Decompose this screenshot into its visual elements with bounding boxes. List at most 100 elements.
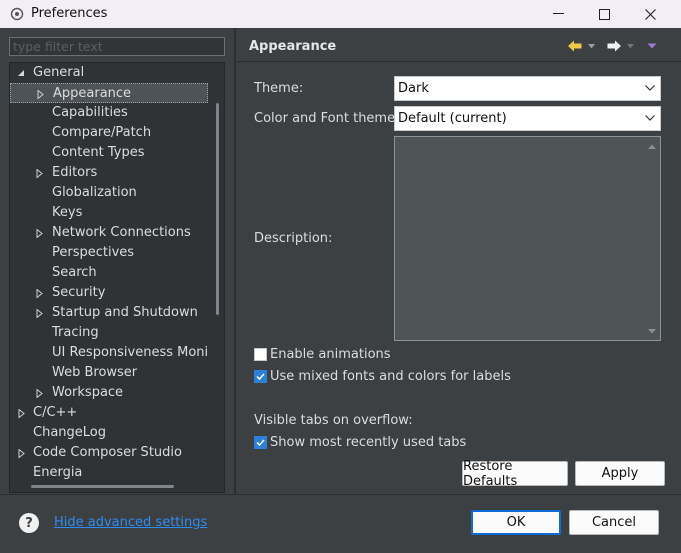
tree-item[interactable]: C/C++ bbox=[10, 403, 208, 423]
expand-right-icon[interactable] bbox=[16, 443, 26, 463]
minimize-icon bbox=[552, 13, 564, 14]
tree-item-label: Perspectives bbox=[52, 245, 135, 260]
expand-right-icon[interactable] bbox=[35, 84, 45, 102]
footer-divider bbox=[0, 494, 681, 495]
tree-item-label: Web Browser bbox=[52, 365, 138, 380]
tree-item[interactable]: Compare/Patch bbox=[10, 123, 208, 143]
view-menu-icon bbox=[647, 43, 657, 49]
tree-item-label: Tracing bbox=[52, 325, 99, 340]
tree-item[interactable]: Startup and Shutdown bbox=[10, 303, 208, 323]
app-icon bbox=[10, 7, 24, 21]
apply-button[interactable]: Apply bbox=[575, 461, 665, 486]
advanced-settings-link[interactable]: Hide advanced settings bbox=[54, 515, 207, 530]
theme-dropdown[interactable]: Dark bbox=[394, 76, 661, 101]
checkbox-box bbox=[254, 369, 267, 383]
expand-right-icon[interactable] bbox=[34, 223, 44, 243]
tree-vertical-scrollbar[interactable] bbox=[216, 103, 219, 315]
restore-defaults-button[interactable]: Restore Defaults bbox=[462, 459, 568, 489]
tree-item[interactable]: Editors bbox=[10, 163, 208, 183]
view-menu-button[interactable] bbox=[647, 38, 657, 54]
tree-item-label: Startup and Shutdown bbox=[52, 305, 198, 320]
tree-item[interactable]: Capabilities bbox=[10, 103, 208, 123]
expand-down-icon[interactable] bbox=[16, 63, 26, 83]
tree-item-label: Keys bbox=[52, 205, 83, 220]
tree-item[interactable]: Web Browser bbox=[10, 363, 208, 383]
theme-value: Dark bbox=[398, 81, 429, 96]
tree-item-label: General bbox=[33, 65, 85, 80]
splitter[interactable] bbox=[234, 28, 236, 494]
theme-label: Theme: bbox=[254, 81, 304, 96]
maximize-button[interactable] bbox=[581, 0, 627, 28]
expand-right-icon[interactable] bbox=[34, 283, 44, 303]
expand-right-icon[interactable] bbox=[34, 303, 44, 323]
enable-animations-checkbox[interactable]: Enable animations bbox=[254, 345, 391, 363]
title-bar: Preferences bbox=[0, 0, 681, 28]
tree-item[interactable]: Perspectives bbox=[10, 243, 208, 263]
tree-item[interactable]: General bbox=[10, 63, 208, 83]
color-font-theme-label: Color and Font theme: bbox=[254, 111, 400, 126]
back-button[interactable] bbox=[568, 38, 596, 54]
forward-dropdown-icon[interactable] bbox=[626, 43, 635, 49]
tree-item[interactable]: Search bbox=[10, 263, 208, 283]
tree-horizontal-scrollbar[interactable] bbox=[31, 485, 174, 488]
expand-right-icon[interactable] bbox=[34, 383, 44, 403]
help-button[interactable]: ? bbox=[19, 513, 39, 533]
tree-item-label: Capabilities bbox=[52, 105, 128, 120]
tree-item[interactable]: Code Composer Studio bbox=[10, 443, 208, 463]
scroll-up-icon bbox=[648, 144, 656, 149]
description-scrollbar[interactable] bbox=[645, 138, 659, 339]
tree-item-label: Energia bbox=[33, 465, 83, 480]
checkmark-icon bbox=[256, 372, 265, 380]
tree-item[interactable]: Appearance bbox=[10, 83, 208, 103]
window-title: Preferences bbox=[31, 6, 108, 21]
checkmark-icon bbox=[256, 438, 265, 446]
ok-button[interactable]: OK bbox=[471, 510, 561, 535]
tree-item-label: Globalization bbox=[52, 185, 137, 200]
filter-input[interactable]: type filter text bbox=[9, 37, 225, 56]
tree-item[interactable]: Energia bbox=[10, 463, 208, 483]
chevron-down-icon bbox=[645, 85, 655, 91]
checkbox-box bbox=[254, 435, 267, 449]
color-font-theme-dropdown[interactable]: Default (current) bbox=[394, 106, 661, 131]
tree-item[interactable]: Globalization bbox=[10, 183, 208, 203]
close-icon bbox=[644, 8, 656, 20]
expand-right-icon[interactable] bbox=[16, 403, 26, 423]
tree-item-label: Code Composer Studio bbox=[33, 445, 182, 460]
tree-item-label: Network Connections bbox=[52, 225, 191, 240]
forward-arrow-icon bbox=[607, 40, 621, 52]
tree-item-label: C/C++ bbox=[33, 405, 78, 420]
tree-item[interactable]: Security bbox=[10, 283, 208, 303]
preferences-dialog: type filter text Energia Code Composer St… bbox=[0, 28, 681, 553]
description-area[interactable] bbox=[394, 136, 661, 341]
page-title: Appearance bbox=[249, 39, 337, 54]
tree-item[interactable]: ChangeLog bbox=[10, 423, 208, 443]
expand-right-icon[interactable] bbox=[34, 163, 44, 183]
tree-item-label: Editors bbox=[52, 165, 98, 180]
back-dropdown-icon[interactable] bbox=[587, 43, 596, 49]
tree-item[interactable]: Keys bbox=[10, 203, 208, 223]
tree-item-label: Security bbox=[52, 285, 106, 300]
tree-item-label: Appearance bbox=[53, 86, 132, 101]
tree-item[interactable]: Workspace bbox=[10, 383, 208, 403]
minimize-button[interactable] bbox=[535, 0, 581, 28]
tree-item-label: Search bbox=[52, 265, 97, 280]
back-arrow-icon bbox=[568, 40, 582, 52]
cancel-button[interactable]: Cancel bbox=[569, 510, 659, 535]
tree-item[interactable]: Content Types bbox=[10, 143, 208, 163]
forward-button[interactable] bbox=[607, 38, 635, 54]
close-button[interactable] bbox=[627, 0, 673, 28]
mixed-fonts-checkbox[interactable]: Use mixed fonts and colors for labels bbox=[254, 367, 511, 385]
tree-item-label: Compare/Patch bbox=[52, 125, 152, 140]
tree-item[interactable]: Network Connections bbox=[10, 223, 208, 243]
tree-item-label: UI Responsiveness Monito bbox=[52, 345, 208, 360]
recent-tabs-checkbox[interactable]: Show most recently used tabs bbox=[254, 433, 466, 451]
tree-item-label: Workspace bbox=[52, 385, 124, 400]
preference-tree[interactable]: Energia Code Composer Studio ChangeLog C/C+… bbox=[9, 62, 225, 493]
description-label: Description: bbox=[254, 231, 333, 246]
tabs-overflow-label: Visible tabs on overflow: bbox=[254, 413, 413, 428]
tree-item-label: Content Types bbox=[52, 145, 145, 160]
tree-item[interactable]: Tracing bbox=[10, 323, 208, 343]
enable-animations-label: Enable animations bbox=[270, 346, 391, 362]
tree-item[interactable]: UI Responsiveness Monito bbox=[10, 343, 208, 363]
recent-tabs-label: Show most recently used tabs bbox=[270, 434, 467, 450]
